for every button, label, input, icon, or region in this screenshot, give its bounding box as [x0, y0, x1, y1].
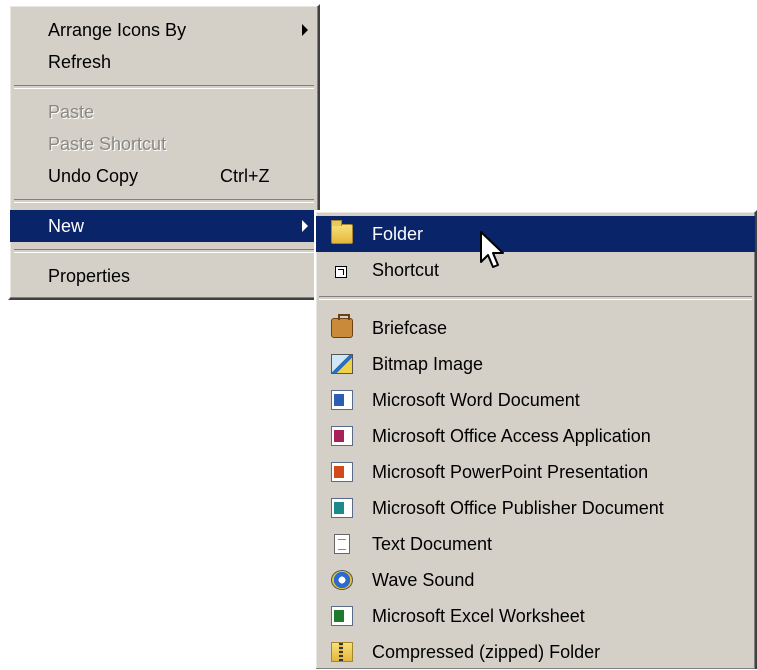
menu-item-undo-copy[interactable]: Undo Copy Ctrl+Z	[10, 160, 318, 192]
bitmap-icon	[331, 354, 353, 374]
new-submenu: Folder Shortcut Briefcase Bitmap Image M…	[314, 210, 757, 669]
new-item-publisher-document[interactable]: Microsoft Office Publisher Document	[316, 490, 755, 526]
shortcut-text: Ctrl+Z	[220, 166, 270, 186]
mouse-cursor-icon	[480, 231, 504, 268]
access-icon	[331, 426, 353, 446]
new-item-folder[interactable]: Folder	[316, 216, 755, 252]
new-item-text-document[interactable]: Text Document	[316, 526, 755, 562]
publisher-icon	[331, 498, 353, 518]
menu-item-paste: Paste	[48, 102, 95, 122]
new-item-bitmap-image[interactable]: Bitmap Image	[316, 346, 755, 382]
wave-sound-icon	[331, 570, 353, 590]
new-item-shortcut[interactable]: Shortcut	[316, 252, 755, 288]
menu-item-paste-shortcut: Paste Shortcut	[48, 134, 167, 154]
powerpoint-icon	[331, 462, 353, 482]
folder-icon	[331, 220, 353, 244]
menu-item-refresh[interactable]: Refresh	[10, 46, 318, 78]
new-item-access-application[interactable]: Microsoft Office Access Application	[316, 418, 755, 454]
new-item-briefcase[interactable]: Briefcase	[316, 310, 755, 346]
word-document-icon	[331, 390, 353, 410]
menu-separator	[319, 296, 752, 300]
new-item-wave-sound[interactable]: Wave Sound	[316, 562, 755, 598]
menu-separator	[14, 249, 314, 253]
excel-icon	[331, 606, 353, 626]
shortcut-icon	[335, 266, 347, 278]
submenu-arrow-icon	[302, 220, 308, 232]
briefcase-icon	[331, 314, 353, 338]
desktop-context-menu: Arrange Icons By Refresh Paste Paste Sho…	[8, 4, 320, 300]
menu-item-new[interactable]: New	[10, 210, 318, 242]
text-document-icon	[334, 534, 350, 554]
new-item-word-document[interactable]: Microsoft Word Document	[316, 382, 755, 418]
zip-folder-icon	[331, 642, 353, 662]
menu-separator	[14, 85, 314, 89]
submenu-arrow-icon	[302, 24, 308, 36]
menu-separator	[14, 199, 314, 203]
new-item-powerpoint-presentation[interactable]: Microsoft PowerPoint Presentation	[316, 454, 755, 490]
menu-item-properties[interactable]: Properties	[10, 260, 318, 292]
new-item-excel-worksheet[interactable]: Microsoft Excel Worksheet	[316, 598, 755, 634]
menu-item-arrange-icons-by[interactable]: Arrange Icons By	[10, 14, 318, 46]
new-item-compressed-folder[interactable]: Compressed (zipped) Folder	[316, 634, 755, 670]
